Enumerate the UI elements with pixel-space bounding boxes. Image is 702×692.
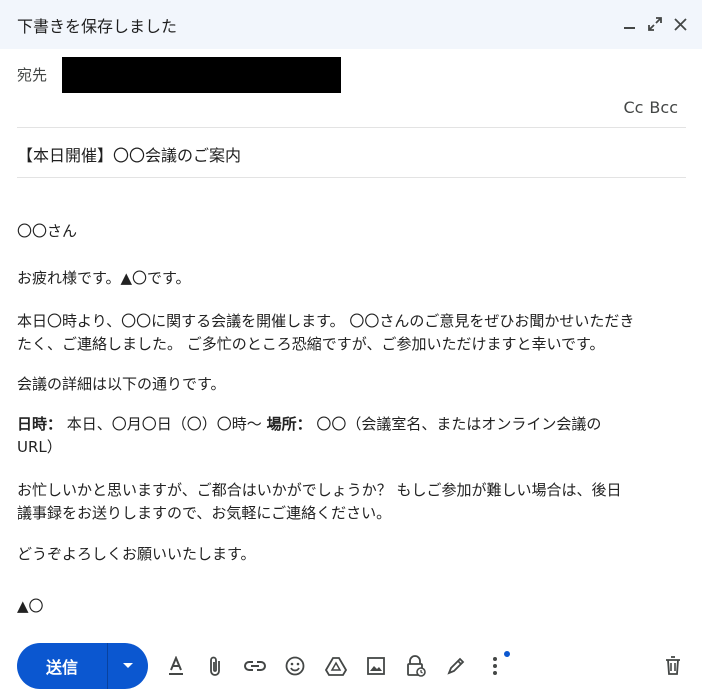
close-icon[interactable] [670,13,690,35]
body-signature: ▲〇 [17,597,44,615]
drive-icon[interactable] [324,654,348,678]
notification-dot [504,651,510,657]
body-line: お忙しいかと思いますが、ご都合はいかがでしょうか？ もしご参加が難しい場合は、後… [17,481,622,499]
minimize-icon[interactable] [619,13,639,35]
format-text-icon[interactable] [164,654,188,678]
body-line: お疲れ様です。▲〇です。 [17,269,191,287]
send-label: 送信 [45,658,78,677]
to-label: 宛先 [17,66,48,84]
image-icon[interactable] [364,654,388,678]
recipients-row[interactable]: 宛先 Cc Bcc [17,57,686,125]
body-line: たく、ご連絡しました。 ご多忙のところ恐縮ですが、ご参加いただけますと幸いです。 [17,335,605,353]
divider [17,177,686,178]
compose-header: 下書きを保存しました [0,0,702,49]
body-line: 会議の詳細は以下の通りです。 [17,375,226,393]
more-options-icon[interactable] [483,654,507,678]
attach-icon[interactable] [203,654,227,678]
signature-pen-icon[interactable] [444,654,468,678]
send-button[interactable]: 送信 [17,643,148,689]
body-line: どうぞよろしくお願いいたします。 [17,545,256,563]
expand-icon[interactable] [645,13,665,35]
to-field-redacted[interactable] [62,57,341,93]
trash-icon[interactable] [661,654,685,678]
subject-field[interactable]: 【本日開催】〇〇会議のご案内 [17,142,241,166]
place-value: 〇〇（会議室名、またはオンライン会議の [311,415,602,433]
divider [17,127,686,128]
bcc-link[interactable]: Bcc [649,98,678,117]
schedule-send-dropdown[interactable] [108,643,148,689]
datetime-value: 本日、〇月〇日（〇）〇時〜 [62,415,267,433]
place-label: 場所： [266,415,312,433]
compose-toolbar: 送信 [0,643,702,689]
body-details-line: 日時： 本日、〇月〇日（〇）〇時〜 場所： 〇〇（会議室名、またはオンライン会議… [17,413,689,436]
datetime-label: 日時： [17,415,63,433]
cc-bcc-links: Cc Bcc [617,98,678,117]
link-icon[interactable] [243,654,267,678]
confidential-lock-icon[interactable] [404,654,428,678]
body-line: URL） [17,438,62,456]
emoji-icon[interactable] [283,654,307,678]
chevron-down-icon [123,663,133,668]
body-greeting: 〇〇さん [17,222,78,240]
cc-link[interactable]: Cc [623,98,643,117]
draft-saved-title: 下書きを保存しました [17,17,178,36]
body-line: 本日〇時より、〇〇に関する会議を開催します。 〇〇さんのご意見をぜひお聞かせいた… [17,312,635,330]
body-line: 議事録をお送りしますので、お気軽にご連絡ください。 [17,504,392,522]
